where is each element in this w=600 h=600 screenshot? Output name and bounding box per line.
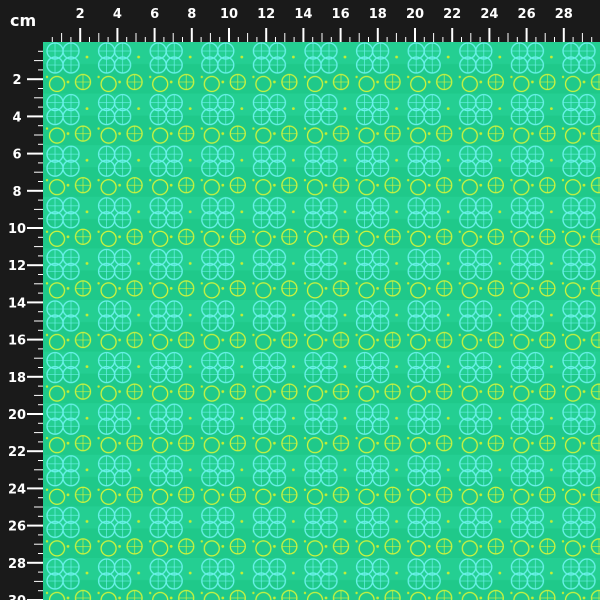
top-ruler-label: 14 <box>294 7 312 22</box>
top-ruler-label: 28 <box>555 7 573 22</box>
left-ruler-label: 30 <box>8 594 26 600</box>
left-ruler-label: 28 <box>8 557 26 572</box>
fabric-swatch-view: cm 2 4 6 8 10 12 14 16 18 20 22 24 26 28 246810121416… <box>0 0 600 600</box>
top-ruler-label: 18 <box>369 7 387 22</box>
left-ruler-label: 6 <box>12 148 21 163</box>
left-ruler-label: 2 <box>12 73 21 88</box>
top-ruler-label: 24 <box>480 7 498 22</box>
left-ruler-label: 16 <box>8 334 26 349</box>
top-ruler-label: 16 <box>332 7 350 22</box>
left-ruler-label: 14 <box>8 296 26 311</box>
top-ruler-label: 4 <box>113 7 122 22</box>
top-ruler-label: 26 <box>518 7 536 22</box>
fabric-print-area <box>43 42 600 600</box>
unit-label: cm <box>10 11 36 30</box>
top-ruler-label: 8 <box>187 7 196 22</box>
left-ruler-label: 20 <box>8 408 26 423</box>
left-ruler-label: 26 <box>8 520 26 535</box>
top-ruler-label: 2 <box>76 7 85 22</box>
top-ruler-label: 22 <box>443 7 461 22</box>
left-ruler-label: 4 <box>12 110 21 125</box>
left-ruler-label: 12 <box>8 259 26 274</box>
top-ruler-label: 20 <box>406 7 424 22</box>
left-ruler-label: 10 <box>8 222 26 237</box>
top-ruler-label: 10 <box>220 7 238 22</box>
left-ruler-label: 18 <box>8 371 26 386</box>
left-ruler-label: 24 <box>8 482 26 497</box>
top-ruler-label: 6 <box>150 7 159 22</box>
left-ruler-label: 8 <box>12 185 21 200</box>
left-ruler-label: 22 <box>8 445 26 460</box>
top-ruler-label: 12 <box>257 7 275 22</box>
